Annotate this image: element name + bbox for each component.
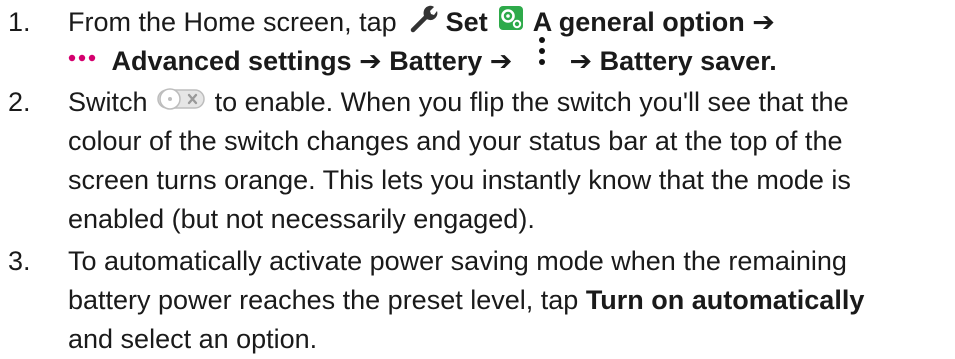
step-3-line-1: To automatically activate power saving m… [68, 246, 847, 276]
battery-label: Battery [389, 46, 483, 76]
step-text: Switch [68, 87, 148, 117]
arrow-right-icon: ➔ [489, 46, 513, 76]
wrench-icon [410, 3, 438, 44]
more-dots-icon [68, 36, 96, 75]
step-text: From the Home screen, tap [68, 7, 397, 37]
step-text: battery power reaches the preset level, … [68, 285, 579, 315]
general-option-label: A general option [532, 7, 745, 37]
battery-saver-label: Battery saver. [599, 46, 777, 76]
step-body: Switch to enable. When you flip the swit… [68, 83, 955, 239]
step-body: From the Home screen, tap Set A general … [68, 3, 955, 81]
arrow-right-icon: ➔ [359, 46, 382, 76]
instruction-steps: 1. From the Home screen, tap Set A gener… [0, 0, 955, 355]
step-body: To automatically activate power saving m… [68, 242, 955, 359]
advanced-settings-label: Advanced settings [111, 46, 352, 76]
step-2-line-1: Switch to enable. When you flip the swit… [68, 83, 955, 122]
step-1-line-1: From the Home screen, tap Set A general … [68, 3, 955, 42]
settings-gear-icon [497, 3, 525, 44]
step-1-line-2: Advanced settings ➔ Battery ➔ ➔ Battery … [68, 37, 955, 81]
step-text: to enable. When you flip the switch you'… [214, 87, 849, 117]
kebab-menu-icon [538, 36, 546, 77]
arrow-right-icon: ➔ [569, 46, 593, 76]
toggle-switch-off-icon [157, 84, 205, 123]
step-3-line-2: battery power reaches the preset level, … [68, 281, 955, 320]
turn-on-automatically-label: Turn on automatically [585, 285, 865, 315]
step-2-line-2: colour of the switch changes and your st… [68, 126, 843, 156]
step-number: 2. [8, 87, 31, 117]
arrow-right-icon: ➔ [752, 7, 775, 37]
set-label: Set [445, 7, 488, 37]
step-2-line-4: enabled (but not necessarily engaged). [68, 204, 535, 234]
step-number: 1. [8, 7, 31, 37]
step-3-line-3: and select an option. [68, 324, 318, 354]
step-2-line-3: screen turns orange. This lets you insta… [68, 165, 851, 195]
step-number: 3. [8, 246, 31, 276]
